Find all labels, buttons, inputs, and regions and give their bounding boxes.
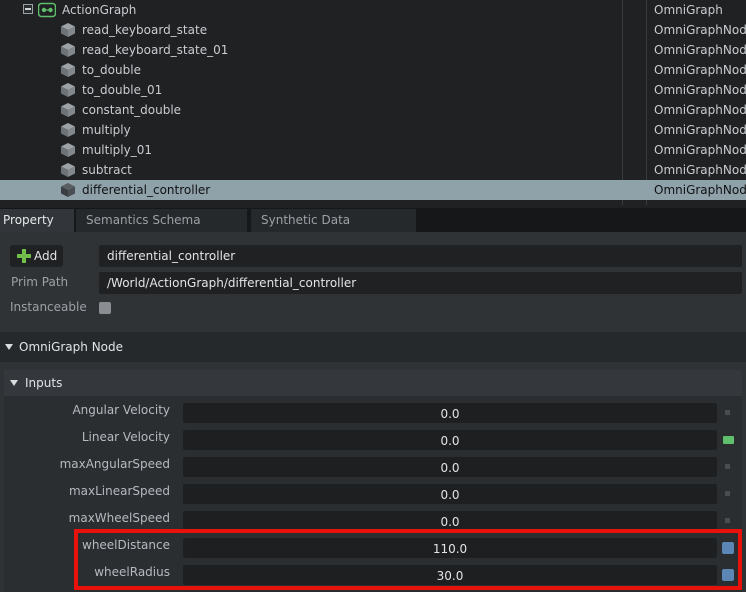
input-label-max-angular-speed: maxAngularSpeed	[59, 457, 170, 471]
tree-item-label: multiply	[82, 123, 131, 137]
input-max-linear-speed[interactable]: 0.0	[183, 484, 717, 504]
node-cube-icon	[61, 83, 75, 97]
add-button[interactable]: Add	[10, 245, 63, 267]
tree-row[interactable]: subtract OmniGraphNode	[0, 160, 746, 180]
input-label-max-wheel-speed: maxWheelSpeed	[68, 511, 170, 525]
panel-tab-bar: Property Semantics Schema Editor Synthet…	[0, 208, 746, 250]
connected-indicator-icon[interactable]	[723, 436, 734, 444]
tab-semantics-schema-editor[interactable]: Semantics Schema Editor	[76, 209, 247, 250]
node-cube-icon	[61, 63, 75, 77]
tree-item-type: OmniGraphNode	[654, 83, 746, 97]
inputs-section-header[interactable]: Inputs	[4, 370, 742, 396]
node-cube-icon	[61, 23, 75, 37]
tree-item-label: differential_controller	[82, 183, 211, 197]
tree-row[interactable]: read_keyboard_state OmniGraphNode	[0, 20, 746, 40]
prim-name-field[interactable]: differential_controller	[99, 245, 742, 267]
input-label-angular-velocity: Angular Velocity	[72, 403, 170, 417]
tree-item-label: to_double_01	[82, 83, 163, 97]
omnigraph-node-section-header[interactable]: OmniGraph Node	[0, 332, 746, 362]
stage-tree: ActionGraph OmniGraph read_keyboard_stat…	[0, 0, 746, 205]
input-max-wheel-speed[interactable]: 0.0	[183, 511, 717, 531]
tab-property[interactable]: Property	[0, 209, 74, 232]
node-cube-icon	[61, 43, 75, 57]
expand-triangle-icon	[5, 344, 13, 350]
tree-row[interactable]: multiply OmniGraphNode	[0, 120, 746, 140]
attribute-state-indicator[interactable]	[725, 464, 730, 469]
tab-synthetic-data-recorder[interactable]: Synthetic Data Recorder	[251, 209, 416, 250]
node-cube-icon	[61, 123, 75, 137]
tree-item-label: subtract	[82, 163, 132, 177]
tree-item-label: ActionGraph	[62, 3, 137, 17]
node-cube-icon	[61, 143, 75, 157]
expand-triangle-icon	[10, 380, 18, 386]
tree-row-selected[interactable]: differential_controller OmniGraphNode	[0, 180, 746, 200]
instanceable-label: Instanceable	[10, 300, 87, 314]
input-label-linear-velocity: Linear Velocity	[81, 430, 170, 444]
tree-row[interactable]: to_double OmniGraphNode	[0, 60, 746, 80]
prim-path-label: Prim Path	[11, 275, 69, 289]
attribute-state-indicator[interactable]	[725, 491, 730, 496]
prim-path-field[interactable]: /World/ActionGraph/differential_controll…	[99, 272, 742, 294]
tree-item-type: OmniGraphNode	[654, 183, 746, 197]
tree-item-label: read_keyboard_state_01	[82, 43, 229, 57]
input-angular-velocity[interactable]: 0.0	[183, 403, 717, 423]
add-button-label: Add	[34, 249, 58, 263]
node-cube-icon	[61, 183, 75, 197]
tree-item-type: OmniGraphNode	[654, 103, 746, 117]
omnigraph-icon	[38, 2, 56, 18]
tree-row[interactable]: constant_double OmniGraphNode	[0, 100, 746, 120]
collapse-icon[interactable]	[23, 4, 33, 14]
section-title: OmniGraph Node	[19, 340, 124, 354]
tree-item-label: multiply_01	[82, 143, 152, 157]
tree-item-type: OmniGraphNode	[654, 123, 746, 137]
input-max-angular-speed[interactable]: 0.0	[183, 457, 717, 477]
tree-item-type: OmniGraphNode	[654, 23, 746, 37]
attribute-state-indicator[interactable]	[725, 410, 730, 415]
tree-row[interactable]: read_keyboard_state_01 OmniGraphNode	[0, 40, 746, 60]
tree-row[interactable]: multiply_01 OmniGraphNode	[0, 140, 746, 160]
node-cube-icon	[61, 163, 75, 177]
node-cube-icon	[61, 103, 75, 117]
attribute-state-indicator[interactable]	[725, 518, 730, 523]
tree-item-type: OmniGraphNode	[654, 43, 746, 57]
input-linear-velocity[interactable]: 0.0	[183, 430, 717, 450]
tree-item-type: OmniGraphNode	[654, 63, 746, 77]
tree-item-label: constant_double	[82, 103, 182, 117]
tree-row-actiongraph[interactable]: ActionGraph OmniGraph	[0, 0, 746, 20]
tree-item-type: OmniGraphNode	[654, 163, 746, 177]
plus-icon	[17, 249, 31, 263]
input-label-max-linear-speed: maxLinearSpeed	[68, 484, 170, 498]
tree-row[interactable]: to_double_01 OmniGraphNode	[0, 80, 746, 100]
tree-item-label: to_double	[82, 63, 141, 77]
tree-item-label: read_keyboard_state	[82, 23, 208, 37]
tree-item-type: OmniGraphNode	[654, 143, 746, 157]
property-panel: Add differential_controller Prim Path /W…	[0, 232, 746, 592]
tree-item-type: OmniGraph	[654, 3, 723, 17]
inputs-title: Inputs	[25, 376, 63, 390]
annotation-highlight-box	[74, 529, 742, 590]
instanceable-checkbox[interactable]	[99, 302, 111, 314]
